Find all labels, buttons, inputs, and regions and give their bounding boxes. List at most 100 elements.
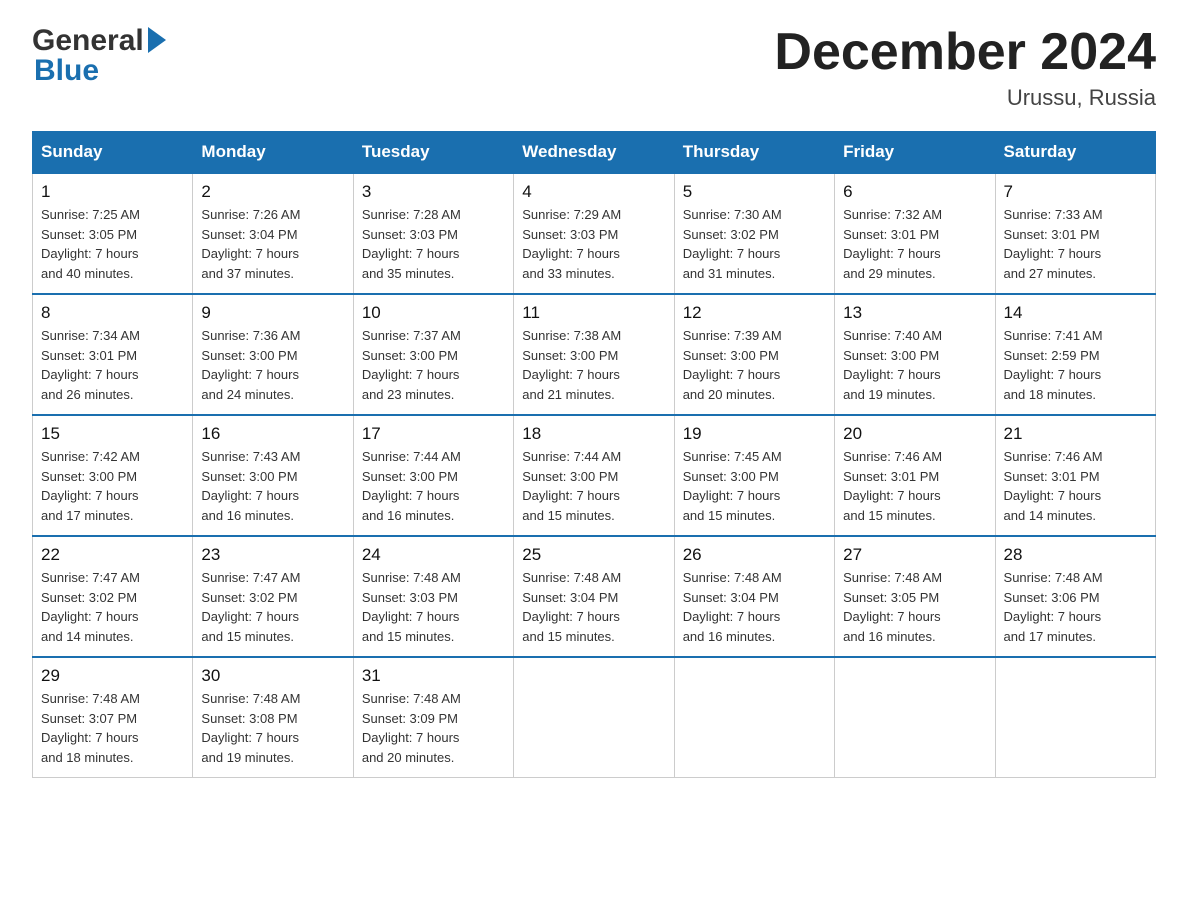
calendar-cell: 27Sunrise: 7:48 AMSunset: 3:05 PMDayligh… — [835, 536, 995, 657]
daylight-text: Daylight: 7 hours — [201, 244, 344, 264]
header-monday: Monday — [193, 132, 353, 174]
calendar-cell: 6 Sunrise: 7:32 AMSunset: 3:01 PMDaylight… — [835, 173, 995, 294]
sunset-text: Sunset: 3:00 PM — [362, 467, 505, 487]
sunset-text: Sunset: 3:04 PM — [683, 588, 826, 608]
daylight-minutes: and 40 minutes. — [41, 264, 184, 284]
sunrise-text: Sunrise: 7:48 AM — [201, 689, 344, 709]
daylight-minutes: and 15 minutes. — [362, 627, 505, 647]
day-info: Sunrise: 7:47 AMSunset: 3:02 PMDaylight:… — [41, 568, 184, 646]
calendar-cell: 16Sunrise: 7:43 AMSunset: 3:00 PMDayligh… — [193, 415, 353, 536]
day-number: 29 — [41, 666, 184, 686]
calendar-cell: 30Sunrise: 7:48 AMSunset: 3:08 PMDayligh… — [193, 657, 353, 778]
sunrise-text: Sunrise: 7:46 AM — [843, 447, 986, 467]
day-info: Sunrise: 7:38 AMSunset: 3:00 PMDaylight:… — [522, 326, 665, 404]
day-info: Sunrise: 7:48 AMSunset: 3:05 PMDaylight:… — [843, 568, 986, 646]
sunset-text: Sunset: 3:09 PM — [362, 709, 505, 729]
day-info: Sunrise: 7:45 AMSunset: 3:00 PMDaylight:… — [683, 447, 826, 525]
sunrise-text: Sunrise: 7:32 AM — [843, 205, 986, 225]
calendar-cell: 25Sunrise: 7:48 AMSunset: 3:04 PMDayligh… — [514, 536, 674, 657]
sunset-text: Sunset: 3:00 PM — [522, 346, 665, 366]
day-number: 2 — [201, 182, 344, 202]
sunrise-text: Sunrise: 7:47 AM — [41, 568, 184, 588]
daylight-minutes: and 19 minutes. — [843, 385, 986, 405]
sunset-text: Sunset: 3:01 PM — [843, 467, 986, 487]
day-info: Sunrise: 7:48 AMSunset: 3:04 PMDaylight:… — [683, 568, 826, 646]
daylight-text: Daylight: 7 hours — [522, 244, 665, 264]
sunrise-text: Sunrise: 7:40 AM — [843, 326, 986, 346]
daylight-text: Daylight: 7 hours — [201, 365, 344, 385]
header-saturday: Saturday — [995, 132, 1155, 174]
day-info: Sunrise: 7:41 AMSunset: 2:59 PMDaylight:… — [1004, 326, 1147, 404]
header-wednesday: Wednesday — [514, 132, 674, 174]
sunrise-text: Sunrise: 7:48 AM — [683, 568, 826, 588]
day-number: 3 — [362, 182, 505, 202]
day-number: 1 — [41, 182, 184, 202]
day-info: Sunrise: 7:29 AMSunset: 3:03 PMDaylight:… — [522, 205, 665, 283]
day-number: 8 — [41, 303, 184, 323]
calendar-cell: 18Sunrise: 7:44 AMSunset: 3:00 PMDayligh… — [514, 415, 674, 536]
sunrise-text: Sunrise: 7:45 AM — [683, 447, 826, 467]
daylight-text: Daylight: 7 hours — [362, 244, 505, 264]
sunrise-text: Sunrise: 7:47 AM — [201, 568, 344, 588]
daylight-minutes: and 16 minutes. — [683, 627, 826, 647]
daylight-minutes: and 16 minutes. — [362, 506, 505, 526]
sunrise-text: Sunrise: 7:43 AM — [201, 447, 344, 467]
calendar-cell: 31Sunrise: 7:48 AMSunset: 3:09 PMDayligh… — [353, 657, 513, 778]
calendar-cell: 23Sunrise: 7:47 AMSunset: 3:02 PMDayligh… — [193, 536, 353, 657]
day-number: 6 — [843, 182, 986, 202]
day-info: Sunrise: 7:30 AMSunset: 3:02 PMDaylight:… — [683, 205, 826, 283]
sunset-text: Sunset: 3:01 PM — [41, 346, 184, 366]
sunrise-text: Sunrise: 7:44 AM — [362, 447, 505, 467]
calendar-table: SundayMondayTuesdayWednesdayThursdayFrid… — [32, 131, 1156, 778]
daylight-text: Daylight: 7 hours — [362, 486, 505, 506]
calendar-cell: 19Sunrise: 7:45 AMSunset: 3:00 PMDayligh… — [674, 415, 834, 536]
sunrise-text: Sunrise: 7:48 AM — [1004, 568, 1147, 588]
calendar-cell: 5 Sunrise: 7:30 AMSunset: 3:02 PMDaylight… — [674, 173, 834, 294]
header-tuesday: Tuesday — [353, 132, 513, 174]
daylight-minutes: and 37 minutes. — [201, 264, 344, 284]
daylight-text: Daylight: 7 hours — [522, 365, 665, 385]
daylight-text: Daylight: 7 hours — [201, 486, 344, 506]
day-number: 20 — [843, 424, 986, 444]
daylight-minutes: and 18 minutes. — [41, 748, 184, 768]
daylight-text: Daylight: 7 hours — [683, 486, 826, 506]
daylight-text: Daylight: 7 hours — [1004, 607, 1147, 627]
calendar-cell — [514, 657, 674, 778]
sunset-text: Sunset: 3:06 PM — [1004, 588, 1147, 608]
daylight-minutes: and 16 minutes. — [201, 506, 344, 526]
day-info: Sunrise: 7:28 AMSunset: 3:03 PMDaylight:… — [362, 205, 505, 283]
week-row-4: 22Sunrise: 7:47 AMSunset: 3:02 PMDayligh… — [33, 536, 1156, 657]
day-number: 18 — [522, 424, 665, 444]
sunset-text: Sunset: 3:00 PM — [843, 346, 986, 366]
day-info: Sunrise: 7:32 AMSunset: 3:01 PMDaylight:… — [843, 205, 986, 283]
day-number: 5 — [683, 182, 826, 202]
daylight-minutes: and 29 minutes. — [843, 264, 986, 284]
sunrise-text: Sunrise: 7:42 AM — [41, 447, 184, 467]
daylight-minutes: and 16 minutes. — [843, 627, 986, 647]
sunset-text: Sunset: 3:07 PM — [41, 709, 184, 729]
day-number: 24 — [362, 545, 505, 565]
sunrise-text: Sunrise: 7:39 AM — [683, 326, 826, 346]
daylight-minutes: and 14 minutes. — [1004, 506, 1147, 526]
sunrise-text: Sunrise: 7:34 AM — [41, 326, 184, 346]
day-number: 28 — [1004, 545, 1147, 565]
daylight-minutes: and 15 minutes. — [522, 627, 665, 647]
logo-blue-text: Blue — [34, 54, 166, 88]
daylight-minutes: and 17 minutes. — [1004, 627, 1147, 647]
sunset-text: Sunset: 3:00 PM — [201, 346, 344, 366]
sunrise-text: Sunrise: 7:48 AM — [843, 568, 986, 588]
day-info: Sunrise: 7:48 AMSunset: 3:09 PMDaylight:… — [362, 689, 505, 767]
daylight-minutes: and 15 minutes. — [522, 506, 665, 526]
daylight-text: Daylight: 7 hours — [1004, 244, 1147, 264]
daylight-text: Daylight: 7 hours — [362, 728, 505, 748]
daylight-text: Daylight: 7 hours — [683, 244, 826, 264]
calendar-cell: 10Sunrise: 7:37 AMSunset: 3:00 PMDayligh… — [353, 294, 513, 415]
logo-general-text: General — [32, 24, 144, 58]
sunset-text: Sunset: 3:01 PM — [843, 225, 986, 245]
daylight-minutes: and 15 minutes. — [843, 506, 986, 526]
sunset-text: Sunset: 3:03 PM — [522, 225, 665, 245]
day-number: 25 — [522, 545, 665, 565]
day-info: Sunrise: 7:46 AMSunset: 3:01 PMDaylight:… — [843, 447, 986, 525]
calendar-cell: 14Sunrise: 7:41 AMSunset: 2:59 PMDayligh… — [995, 294, 1155, 415]
daylight-text: Daylight: 7 hours — [201, 607, 344, 627]
